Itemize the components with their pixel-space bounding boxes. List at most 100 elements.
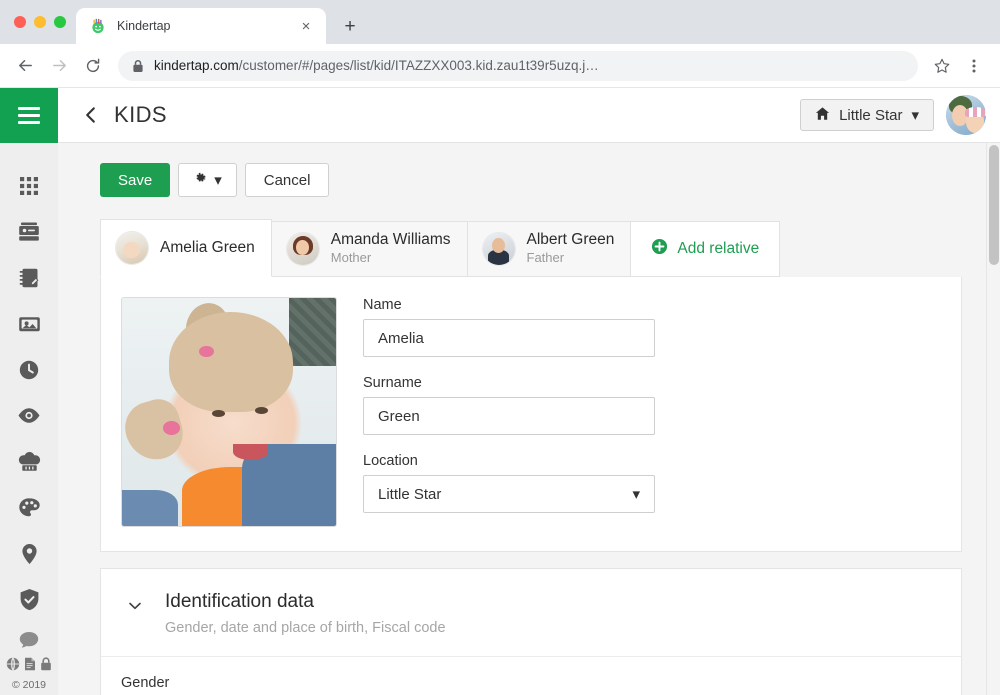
child-photo[interactable] <box>121 297 337 527</box>
chevron-down-icon: ▾ <box>632 485 640 503</box>
relative-tabs: Amelia Green Amanda Williams Mother <box>100 219 962 277</box>
tab-amanda-williams[interactable]: Amanda Williams Mother <box>271 221 468 277</box>
shield-check-icon <box>19 588 40 616</box>
notebook-icon <box>18 267 40 294</box>
lock-icon <box>132 59 144 73</box>
app-header: KIDS Little Star ▾ <box>58 88 1000 143</box>
surname-label: Surname <box>363 375 655 391</box>
profile-fields: Name Amelia Surname Green Location Littl… <box>363 297 655 527</box>
address-bar[interactable]: kindertap.com/customer/#/pages/list/kid/… <box>118 51 918 81</box>
location-selector-label: Little Star <box>839 107 902 124</box>
lock-icon[interactable] <box>40 657 52 676</box>
home-icon <box>815 106 830 125</box>
page-title: KIDS <box>114 102 800 128</box>
sidebar-item-observations[interactable] <box>0 395 58 441</box>
browser-tabstrip: Kindertap × + <box>0 0 1000 44</box>
settings-dropdown-button[interactable]: ▾ <box>178 163 237 197</box>
address-bar-url: kindertap.com/customer/#/pages/list/kid/… <box>154 58 599 73</box>
main-content: KIDS Little Star ▾ Save <box>58 88 1000 695</box>
back-button[interactable] <box>10 51 40 81</box>
address-bar-host: kindertap.com <box>154 58 239 73</box>
sidebar-item-locations[interactable] <box>0 533 58 579</box>
add-relative-button[interactable]: Add relative <box>630 221 780 277</box>
profile-card: Name Amelia Surname Green Location Littl… <box>100 277 962 552</box>
map-pin-icon <box>21 543 38 570</box>
kindertap-favicon <box>90 18 106 34</box>
archive-box-icon <box>17 221 41 248</box>
tab-name-label: Amanda Williams <box>331 231 451 249</box>
action-toolbar: Save ▾ Cancel <box>100 163 962 197</box>
cancel-button[interactable]: Cancel <box>245 163 330 197</box>
sidebar-item-register[interactable] <box>0 257 58 303</box>
copyright-label: © 2019 <box>12 679 46 695</box>
palette-icon <box>18 497 40 524</box>
eye-icon <box>17 407 41 429</box>
reload-button[interactable] <box>78 51 108 81</box>
user-avatar[interactable] <box>946 95 986 135</box>
name-field[interactable]: Amelia <box>363 319 655 357</box>
scroll-area: Save ▾ Cancel <box>58 143 1000 695</box>
tab-amelia-green[interactable]: Amelia Green <box>100 219 272 277</box>
browser-tab-title: Kindertap <box>117 19 296 33</box>
identification-card: Identification data Gender, date and pla… <box>100 568 962 695</box>
save-button[interactable]: Save <box>100 163 170 197</box>
chevron-down-icon[interactable] <box>127 598 143 619</box>
sidebar-footer: © 2019 <box>0 625 58 695</box>
gender-label: Gender <box>121 675 941 691</box>
maximize-window-button[interactable] <box>54 16 66 28</box>
sidebar-nav <box>0 143 58 625</box>
application: © 2019 KIDS Little Star ▾ <box>0 88 1000 695</box>
plus-circle-icon <box>651 238 668 260</box>
close-window-button[interactable] <box>14 16 26 28</box>
sidebar-item-archive[interactable] <box>0 211 58 257</box>
browser-window: Kindertap × + kindertap.com/cust <box>0 0 1000 695</box>
avatar-amelia <box>115 231 149 265</box>
location-select-value: Little Star <box>378 486 441 503</box>
hamburger-icon <box>18 103 40 128</box>
chat-bubble-icon[interactable] <box>0 625 58 657</box>
sidebar-footer-icons <box>6 657 52 679</box>
vertical-scrollbar[interactable] <box>986 143 1000 695</box>
sidebar-item-attendance[interactable] <box>0 349 58 395</box>
add-relative-label: Add relative <box>677 240 759 258</box>
close-tab-button[interactable]: × <box>296 16 316 36</box>
identification-body: Gender <box>101 657 961 695</box>
address-bar-path: /customer/#/pages/list/kid/ITAZZXX003.ki… <box>239 58 599 73</box>
sidebar-item-meals[interactable] <box>0 441 58 487</box>
sidebar-item-apps[interactable] <box>0 165 58 211</box>
sidebar-item-gallery[interactable] <box>0 303 58 349</box>
sidebar-item-privacy[interactable] <box>0 579 58 625</box>
location-label: Location <box>363 453 655 469</box>
bookmark-star-icon[interactable] <box>928 52 956 80</box>
tab-relation-label: Father <box>527 250 615 266</box>
minimize-window-button[interactable] <box>34 16 46 28</box>
tab-albert-green[interactable]: Albert Green Father <box>467 221 632 277</box>
scrollbar-thumb[interactable] <box>989 145 999 265</box>
avatar-albert <box>482 232 516 266</box>
new-tab-button[interactable]: + <box>336 12 364 40</box>
name-label: Name <box>363 297 655 313</box>
document-icon[interactable] <box>24 657 36 676</box>
photo-card-icon <box>18 314 41 339</box>
browser-toolbar: kindertap.com/customer/#/pages/list/kid/… <box>0 44 1000 88</box>
browser-menu-icon[interactable] <box>960 52 988 80</box>
chef-hat-icon <box>18 451 41 477</box>
chevron-down-icon: ▾ <box>911 106 919 124</box>
hamburger-menu-button[interactable] <box>0 88 58 143</box>
tab-name-label: Albert Green <box>527 231 615 249</box>
location-select[interactable]: Little Star ▾ <box>363 475 655 513</box>
tab-relation-label: Mother <box>331 250 451 266</box>
sidebar-item-activities[interactable] <box>0 487 58 533</box>
back-chevron-icon[interactable] <box>78 102 104 128</box>
identification-title: Identification data <box>165 591 446 614</box>
identification-header[interactable]: Identification data Gender, date and pla… <box>101 569 961 657</box>
forward-button[interactable] <box>44 51 74 81</box>
globe-icon[interactable] <box>6 657 20 676</box>
avatar-amanda <box>286 232 320 266</box>
location-selector-button[interactable]: Little Star ▾ <box>800 99 934 131</box>
browser-tab[interactable]: Kindertap × <box>76 8 326 44</box>
gear-icon <box>193 171 207 189</box>
surname-field[interactable]: Green <box>363 397 655 435</box>
identification-subtitle: Gender, date and place of birth, Fiscal … <box>165 620 446 636</box>
clock-icon <box>18 359 40 386</box>
